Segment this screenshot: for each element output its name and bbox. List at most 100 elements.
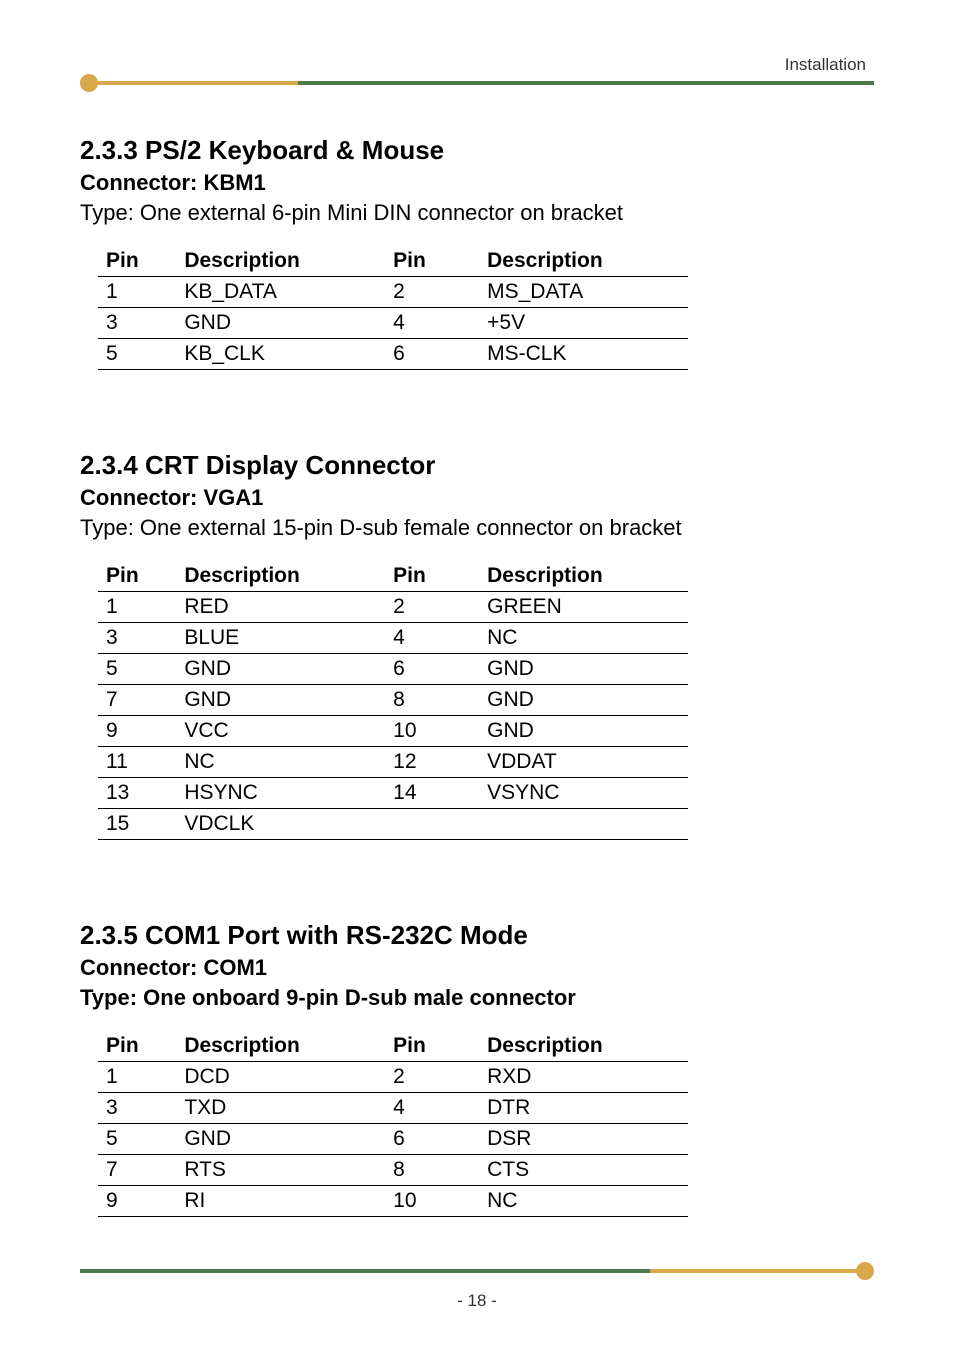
type-vga1: Type: One external 15-pin D-sub female c… bbox=[80, 515, 874, 541]
connector-kbm1: Connector: KBM1 bbox=[80, 170, 874, 196]
cell: MS_DATA bbox=[479, 277, 688, 308]
table-row: 5 GND 6 DSR bbox=[98, 1124, 688, 1155]
cell: VSYNC bbox=[479, 778, 688, 809]
cell: TXD bbox=[176, 1093, 385, 1124]
cell: RED bbox=[176, 592, 385, 623]
table-row: 9 VCC 10 GND bbox=[98, 716, 688, 747]
footer-dot-icon bbox=[856, 1262, 874, 1280]
table-row: 1 RED 2 GREEN bbox=[98, 592, 688, 623]
section-title-com1: 2.3.5 COM1 Port with RS-232C Mode bbox=[80, 920, 874, 951]
type-com1: Type: One onboard 9-pin D-sub male conne… bbox=[80, 985, 874, 1011]
footer-divider bbox=[80, 1269, 874, 1273]
footer-bar-orange bbox=[650, 1269, 862, 1273]
cell: GND bbox=[479, 685, 688, 716]
table-crt: Pin Description Pin Description 1 RED 2 … bbox=[98, 561, 688, 840]
cell: GND bbox=[176, 685, 385, 716]
cell: RXD bbox=[479, 1062, 688, 1093]
table-row: 11 NC 12 VDDAT bbox=[98, 747, 688, 778]
cell: 10 bbox=[385, 716, 479, 747]
cell: 7 bbox=[98, 685, 176, 716]
cell: 8 bbox=[385, 1155, 479, 1186]
cell: 4 bbox=[385, 623, 479, 654]
cell: 2 bbox=[385, 277, 479, 308]
cell: RI bbox=[176, 1186, 385, 1217]
page-footer: - 18 - bbox=[80, 1269, 874, 1311]
table-header: Description bbox=[176, 1031, 385, 1062]
table-header: Pin bbox=[385, 561, 479, 592]
table-row: 3 TXD 4 DTR bbox=[98, 1093, 688, 1124]
table-header: Pin bbox=[385, 1031, 479, 1062]
table-ps2: Pin Description Pin Description 1 KB_DAT… bbox=[98, 246, 688, 370]
table-row: 3 GND 4 +5V bbox=[98, 308, 688, 339]
cell: 1 bbox=[98, 1062, 176, 1093]
table-header: Description bbox=[479, 561, 688, 592]
table-header: Description bbox=[176, 561, 385, 592]
cell: 15 bbox=[98, 809, 176, 840]
cell bbox=[479, 809, 688, 840]
cell: 1 bbox=[98, 277, 176, 308]
header-bar-green bbox=[298, 81, 874, 85]
cell: CTS bbox=[479, 1155, 688, 1186]
type-kbm1: Type: One external 6-pin Mini DIN connec… bbox=[80, 200, 874, 226]
cell: GND bbox=[176, 654, 385, 685]
table-header: Description bbox=[176, 246, 385, 277]
section-title-crt: 2.3.4 CRT Display Connector bbox=[80, 450, 874, 481]
footer-bar-green bbox=[80, 1269, 650, 1273]
cell: VDDAT bbox=[479, 747, 688, 778]
page-number: - 18 - bbox=[80, 1291, 874, 1311]
cell: GND bbox=[479, 654, 688, 685]
table-row: 13 HSYNC 14 VSYNC bbox=[98, 778, 688, 809]
connector-vga1: Connector: VGA1 bbox=[80, 485, 874, 511]
cell: 10 bbox=[385, 1186, 479, 1217]
page-header: Installation bbox=[80, 55, 874, 85]
cell: 9 bbox=[98, 716, 176, 747]
table-row: 3 BLUE 4 NC bbox=[98, 623, 688, 654]
cell: 6 bbox=[385, 339, 479, 370]
cell: NC bbox=[176, 747, 385, 778]
cell: 1 bbox=[98, 592, 176, 623]
table-row: 5 KB_CLK 6 MS-CLK bbox=[98, 339, 688, 370]
table-header: Pin bbox=[98, 1031, 176, 1062]
table-row: 9 RI 10 NC bbox=[98, 1186, 688, 1217]
cell: HSYNC bbox=[176, 778, 385, 809]
cell: 3 bbox=[98, 308, 176, 339]
table-header: Description bbox=[479, 246, 688, 277]
table-header: Pin bbox=[98, 561, 176, 592]
table-row: 15 VDCLK bbox=[98, 809, 688, 840]
table-header: Description bbox=[479, 1031, 688, 1062]
cell: KB_CLK bbox=[176, 339, 385, 370]
table-header: Pin bbox=[385, 246, 479, 277]
table-com1: Pin Description Pin Description 1 DCD 2 … bbox=[98, 1031, 688, 1217]
cell: DCD bbox=[176, 1062, 385, 1093]
header-divider bbox=[80, 81, 874, 85]
cell: 5 bbox=[98, 654, 176, 685]
table-row: 1 KB_DATA 2 MS_DATA bbox=[98, 277, 688, 308]
cell: GREEN bbox=[479, 592, 688, 623]
cell: RTS bbox=[176, 1155, 385, 1186]
cell: +5V bbox=[479, 308, 688, 339]
cell: 12 bbox=[385, 747, 479, 778]
cell: KB_DATA bbox=[176, 277, 385, 308]
cell: NC bbox=[479, 1186, 688, 1217]
cell: GND bbox=[176, 1124, 385, 1155]
cell: 3 bbox=[98, 1093, 176, 1124]
cell bbox=[385, 809, 479, 840]
table-header: Pin bbox=[98, 246, 176, 277]
cell: GND bbox=[479, 716, 688, 747]
cell: DTR bbox=[479, 1093, 688, 1124]
cell: 14 bbox=[385, 778, 479, 809]
header-label: Installation bbox=[80, 55, 874, 75]
cell: 4 bbox=[385, 1093, 479, 1124]
cell: 2 bbox=[385, 1062, 479, 1093]
table-row: 7 RTS 8 CTS bbox=[98, 1155, 688, 1186]
cell: 4 bbox=[385, 308, 479, 339]
cell: 13 bbox=[98, 778, 176, 809]
cell: 2 bbox=[385, 592, 479, 623]
cell: 5 bbox=[98, 1124, 176, 1155]
section-title-ps2: 2.3.3 PS/2 Keyboard & Mouse bbox=[80, 135, 874, 166]
cell: VDCLK bbox=[176, 809, 385, 840]
cell: 3 bbox=[98, 623, 176, 654]
table-row: 7 GND 8 GND bbox=[98, 685, 688, 716]
cell: NC bbox=[479, 623, 688, 654]
table-row: 5 GND 6 GND bbox=[98, 654, 688, 685]
